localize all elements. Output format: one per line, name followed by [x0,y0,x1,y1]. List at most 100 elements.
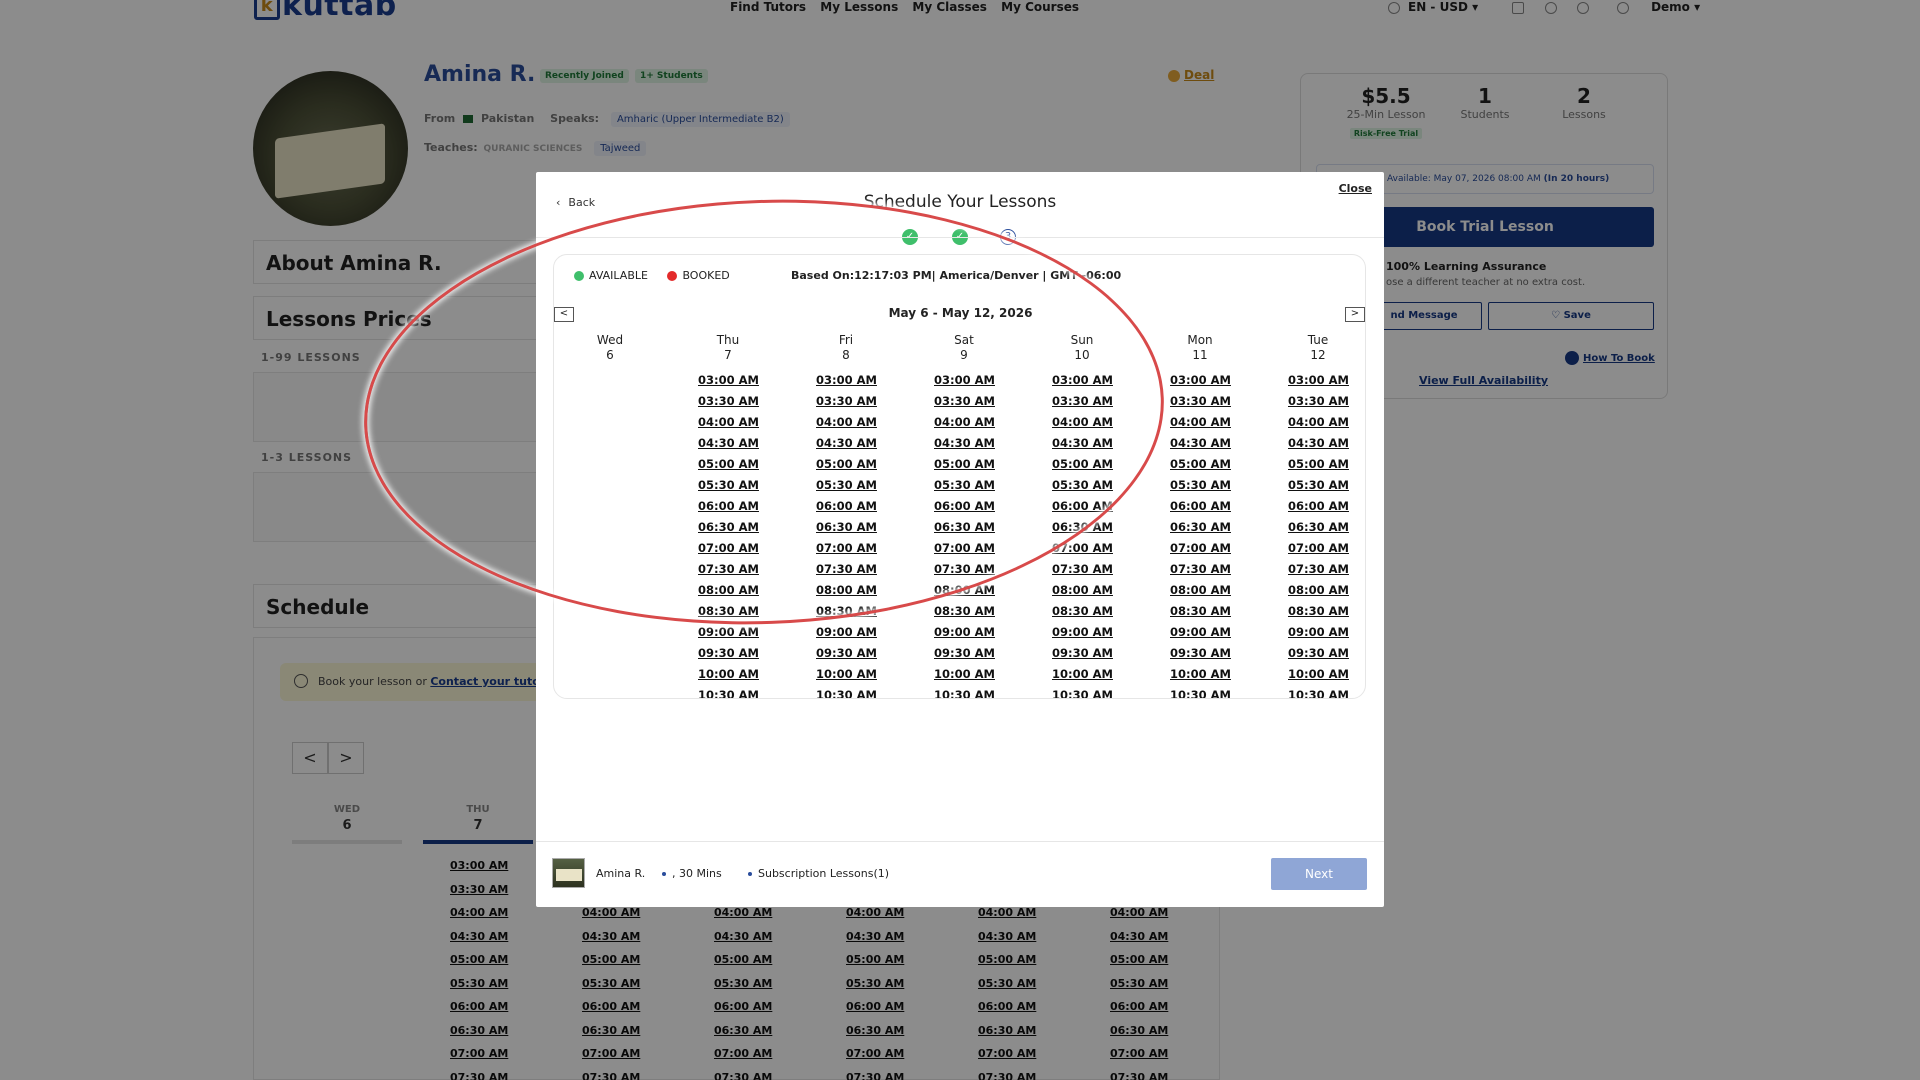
time-slot[interactable]: 06:30 AM [1170,520,1231,534]
time-slot[interactable]: 05:30 AM [816,478,877,492]
time-slot[interactable]: 09:30 AM [698,646,759,660]
time-slot[interactable]: 08:30 AM [816,604,877,618]
time-slot[interactable]: 03:00 AM [1288,373,1349,387]
time-slot[interactable]: 03:30 AM [934,394,995,408]
time-slot[interactable]: 04:00 AM [816,415,877,429]
time-slot[interactable]: 10:30 AM [698,688,759,698]
time-slot[interactable]: 04:00 AM [1052,415,1113,429]
next-button[interactable]: Next [1271,858,1367,890]
time-slot[interactable]: 03:00 AM [1170,373,1231,387]
time-slot[interactable]: 08:00 AM [816,583,877,597]
week-next-button[interactable]: > [1345,307,1365,322]
time-slot[interactable]: 03:30 AM [1170,394,1231,408]
time-slot[interactable]: 05:00 AM [934,457,995,471]
time-slot[interactable]: 09:00 AM [1288,625,1349,639]
time-slot[interactable]: 06:00 AM [934,499,995,513]
time-slot[interactable]: 06:00 AM [1288,499,1349,513]
time-slot[interactable]: 04:30 AM [1170,436,1231,450]
time-slot[interactable]: 10:30 AM [934,688,995,698]
time-slot[interactable]: 06:00 AM [1170,499,1231,513]
time-slot[interactable]: 05:30 AM [1170,478,1231,492]
time-slot[interactable]: 10:30 AM [1170,688,1231,698]
time-slot[interactable]: 05:30 AM [1288,478,1349,492]
time-slot[interactable]: 08:00 AM [698,583,759,597]
time-slot[interactable]: 06:00 AM [1052,499,1113,513]
time-slot[interactable]: 10:30 AM [1288,688,1349,698]
time-slot[interactable]: 10:00 AM [1170,667,1231,681]
time-slot[interactable]: 05:00 AM [1170,457,1231,471]
time-slot[interactable]: 07:00 AM [934,541,995,555]
time-slot[interactable]: 07:00 AM [816,541,877,555]
time-slot[interactable]: 09:30 AM [1170,646,1231,660]
time-slot[interactable]: 10:00 AM [698,667,759,681]
time-slot[interactable]: 06:30 AM [816,520,877,534]
time-slot[interactable]: 03:30 AM [1052,394,1113,408]
time-slot[interactable]: 03:30 AM [1288,394,1349,408]
time-slot[interactable]: 10:00 AM [934,667,995,681]
time-slot[interactable]: 07:00 AM [1288,541,1349,555]
time-slot[interactable]: 08:00 AM [1170,583,1231,597]
time-slot[interactable]: 08:30 AM [1170,604,1231,618]
time-slot[interactable]: 09:00 AM [1170,625,1231,639]
time-slot[interactable]: 06:00 AM [698,499,759,513]
time-slot[interactable]: 06:00 AM [816,499,877,513]
time-slot[interactable]: 03:30 AM [698,394,759,408]
time-slot[interactable]: 10:30 AM [816,688,877,698]
time-slot[interactable]: 04:30 AM [1288,436,1349,450]
time-slot[interactable]: 09:00 AM [816,625,877,639]
time-slot[interactable]: 08:30 AM [1288,604,1349,618]
time-slot[interactable]: 09:30 AM [934,646,995,660]
time-slot[interactable]: 05:00 AM [1052,457,1113,471]
time-slot[interactable]: 10:00 AM [1052,667,1113,681]
time-slot[interactable]: 08:30 AM [698,604,759,618]
time-slot[interactable]: 06:30 AM [698,520,759,534]
time-slot[interactable]: 08:30 AM [1052,604,1113,618]
time-slot[interactable]: 04:30 AM [816,436,877,450]
time-slot[interactable]: 10:00 AM [816,667,877,681]
time-slot[interactable]: 09:30 AM [1288,646,1349,660]
time-slot[interactable]: 10:00 AM [1288,667,1349,681]
time-slot[interactable]: 04:00 AM [1170,415,1231,429]
time-slot[interactable]: 09:00 AM [698,625,759,639]
time-slot[interactable]: 08:00 AM [1052,583,1113,597]
time-slot[interactable]: 03:00 AM [934,373,995,387]
time-slot[interactable]: 04:00 AM [1288,415,1349,429]
time-slot[interactable]: 06:30 AM [1052,520,1113,534]
time-slot[interactable]: 05:00 AM [816,457,877,471]
time-slot[interactable]: 05:30 AM [698,478,759,492]
time-slot[interactable]: 07:30 AM [934,562,995,576]
time-slot[interactable]: 05:30 AM [934,478,995,492]
time-slot[interactable]: 05:00 AM [1288,457,1349,471]
time-slot[interactable]: 07:30 AM [698,562,759,576]
time-slot[interactable]: 07:30 AM [1052,562,1113,576]
time-slot[interactable]: 04:00 AM [934,415,995,429]
time-slot[interactable]: 09:00 AM [934,625,995,639]
time-slot[interactable]: 09:30 AM [816,646,877,660]
time-slot[interactable]: 04:30 AM [1052,436,1113,450]
time-slot[interactable]: 08:00 AM [934,583,995,597]
time-slot[interactable]: 03:00 AM [1052,373,1113,387]
time-slot[interactable]: 04:00 AM [698,415,759,429]
time-slot[interactable]: 07:00 AM [1170,541,1231,555]
day-header-sat: Sat 9 [914,333,1014,363]
time-slot[interactable]: 07:30 AM [1288,562,1349,576]
time-slot[interactable]: 07:00 AM [1052,541,1113,555]
time-slot[interactable]: 03:30 AM [816,394,877,408]
time-slot[interactable]: 05:30 AM [1052,478,1113,492]
time-slot[interactable]: 03:00 AM [698,373,759,387]
time-slot[interactable]: 09:30 AM [1052,646,1113,660]
time-slot[interactable]: 07:00 AM [698,541,759,555]
time-slot[interactable]: 10:30 AM [1052,688,1113,698]
time-slot[interactable]: 09:00 AM [1052,625,1113,639]
time-slot[interactable]: 07:30 AM [816,562,877,576]
time-slot[interactable]: 08:30 AM [934,604,995,618]
time-slot[interactable]: 04:30 AM [698,436,759,450]
time-slot[interactable]: 04:30 AM [934,436,995,450]
time-slot[interactable]: 08:00 AM [1288,583,1349,597]
time-slot[interactable]: 06:30 AM [934,520,995,534]
time-slot[interactable]: 03:00 AM [816,373,877,387]
time-slot[interactable]: 06:30 AM [1288,520,1349,534]
time-slot[interactable]: 05:00 AM [698,457,759,471]
time-slot[interactable]: 07:30 AM [1170,562,1231,576]
week-prev-button[interactable]: < [554,307,574,322]
